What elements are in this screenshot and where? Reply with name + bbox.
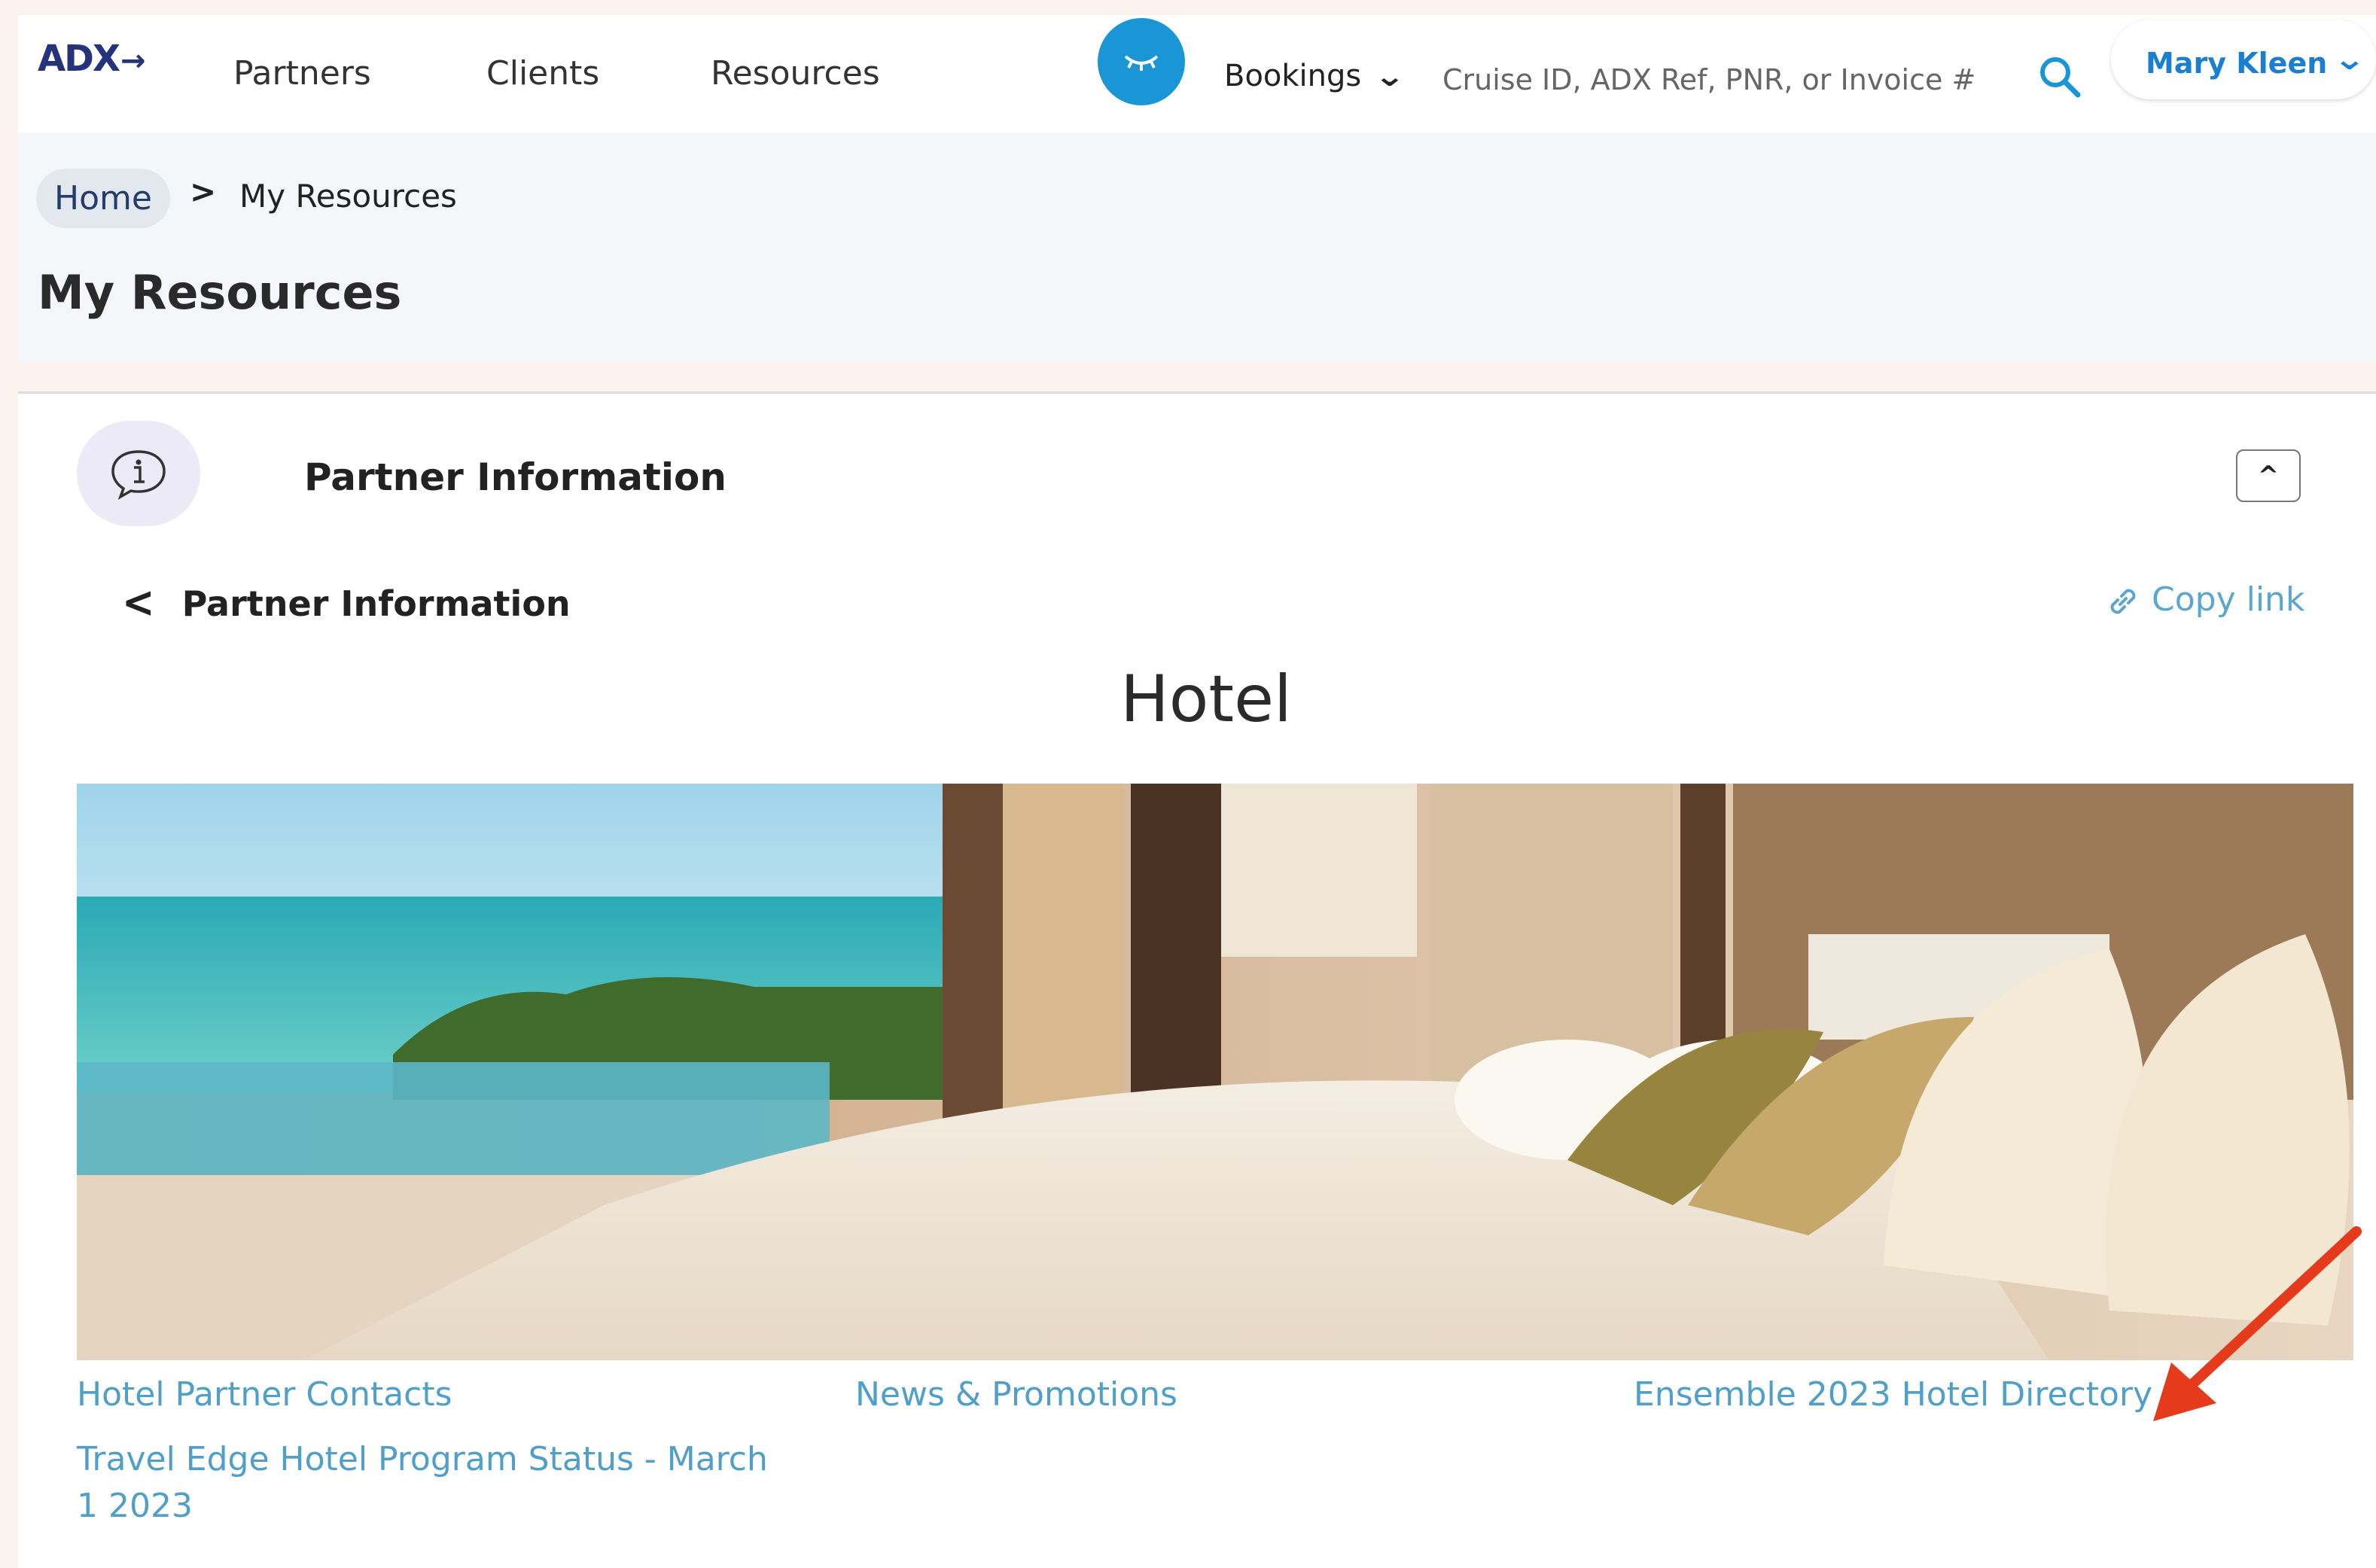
collapse-button[interactable]: ^ (2236, 449, 2301, 502)
chevron-down-icon: ⌄ (2332, 42, 2366, 77)
resource-link-news-promotions[interactable]: News & Promotions (855, 1375, 1177, 1414)
hotel-heading: Hotel (1120, 662, 1292, 737)
partner-information-panel: Partner Information ^ < Partner Informati… (18, 391, 2376, 1568)
eye-closed-icon (1124, 55, 1159, 71)
resource-link-hotel-directory[interactable]: Ensemble 2023 Hotel Directory (1634, 1375, 2152, 1414)
breadcrumb-home[interactable]: Home (36, 169, 170, 228)
nav-partners[interactable]: Partners (233, 54, 371, 93)
section-title: Partner Information (304, 455, 727, 499)
adx-logo[interactable]: ADX→ (38, 38, 145, 80)
page-title: My Resources (38, 265, 402, 320)
user-name: Mary Kleen (2146, 47, 2328, 80)
logo-arrow-icon: → (120, 44, 145, 78)
nav-resources[interactable]: Resources (711, 54, 880, 93)
resource-link-hotel-partner-contacts[interactable]: Hotel Partner Contacts (77, 1375, 452, 1414)
chevron-right-icon: > (190, 173, 217, 210)
chevron-left-icon: < (122, 578, 155, 628)
chevron-down-icon: ⌄ (1374, 59, 1406, 93)
resource-link-program-status-date[interactable]: 1 2023 (77, 1487, 193, 1525)
chevron-up-icon: ^ (2257, 461, 2280, 491)
bookings-dropdown[interactable]: Bookings ⌄ (1224, 59, 1406, 93)
eye-closed-button[interactable] (1098, 18, 1185, 105)
resource-link-program-status[interactable]: Travel Edge Hotel Program Status - March (77, 1440, 768, 1478)
top-navigation: ADX→ Partners Clients Resources Bookings… (18, 15, 2376, 132)
link-icon (2110, 589, 2136, 614)
search-input[interactable] (1441, 45, 1986, 114)
user-menu[interactable]: Mary Kleen ⌄ (2111, 20, 2376, 99)
search-icon[interactable] (2037, 54, 2082, 99)
info-chat-icon (111, 450, 166, 500)
copy-link[interactable]: Copy link (2105, 580, 2304, 620)
back-to-partner-information[interactable]: < Partner Information (122, 578, 571, 628)
nav-clients[interactable]: Clients (486, 54, 599, 93)
hotel-room-image (77, 784, 2353, 1360)
breadcrumb: Home > My Resources My Resources (18, 132, 2376, 361)
annotation-arrow (2153, 1226, 2362, 1421)
breadcrumb-current: My Resources (239, 178, 457, 215)
info-badge (77, 421, 200, 526)
